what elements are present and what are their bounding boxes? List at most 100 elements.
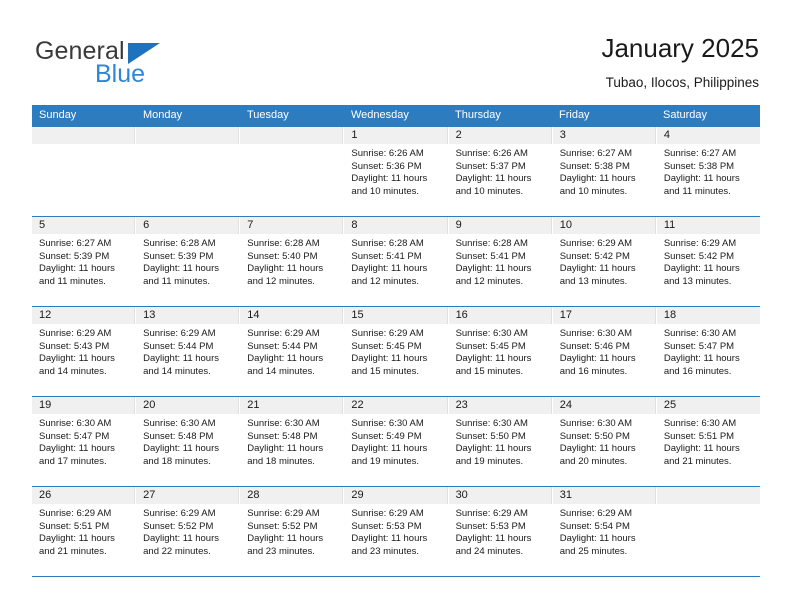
sunset-text: Sunset: 5:36 PM: [351, 160, 422, 172]
sunset-text: Sunset: 5:52 PM: [143, 520, 214, 532]
sunset-text: Sunset: 5:39 PM: [39, 250, 110, 262]
day-cell[interactable]: 12 Sunrise: 6:29 AM Sunset: 5:43 PM Dayl…: [32, 307, 137, 396]
day-number: 6: [136, 217, 240, 234]
daylight-text-line2: and 10 minutes.: [559, 185, 628, 197]
day-cell[interactable]: 30 Sunrise: 6:29 AM Sunset: 5:53 PM Dayl…: [448, 487, 553, 576]
daylight-text-line1: Daylight: 11 hours: [247, 533, 324, 545]
sunrise-text: Sunrise: 6:28 AM: [143, 238, 216, 249]
day-cell[interactable]: 29 Sunrise: 6:29 AM Sunset: 5:53 PM Dayl…: [344, 487, 449, 576]
sunrise-text: Sunrise: 6:30 AM: [455, 418, 528, 429]
day-info: Sunrise: 6:30 AM Sunset: 5:49 PM Dayligh…: [344, 414, 447, 468]
day-number: [240, 127, 344, 144]
day-cell[interactable]: [656, 487, 760, 576]
daylight-text-line1: Daylight: 11 hours: [559, 533, 636, 545]
day-cell[interactable]: 28 Sunrise: 6:29 AM Sunset: 5:52 PM Dayl…: [240, 487, 345, 576]
sunrise-text: Sunrise: 6:29 AM: [143, 508, 216, 519]
daylight-text-line2: and 16 minutes.: [663, 365, 732, 377]
daylight-text-line1: Daylight: 11 hours: [351, 263, 428, 275]
day-cell[interactable]: 2 Sunrise: 6:26 AM Sunset: 5:37 PM Dayli…: [448, 127, 553, 216]
daylight-text-line1: Daylight: 11 hours: [351, 443, 428, 455]
sunrise-text: Sunrise: 6:29 AM: [351, 328, 424, 339]
sunset-text: Sunset: 5:45 PM: [351, 340, 422, 352]
brand-logo[interactable]: General Blue: [33, 32, 233, 92]
sunset-text: Sunset: 5:47 PM: [39, 430, 110, 442]
sunrise-text: Sunrise: 6:29 AM: [247, 328, 320, 339]
day-cell[interactable]: 31 Sunrise: 6:29 AM Sunset: 5:54 PM Dayl…: [552, 487, 657, 576]
day-cell[interactable]: 21 Sunrise: 6:30 AM Sunset: 5:48 PM Dayl…: [240, 397, 345, 486]
day-cell[interactable]: 9 Sunrise: 6:28 AM Sunset: 5:41 PM Dayli…: [448, 217, 553, 306]
sunrise-text: Sunrise: 6:30 AM: [663, 328, 737, 339]
sunrise-text: Sunrise: 6:29 AM: [143, 328, 216, 339]
day-cell[interactable]: 27 Sunrise: 6:29 AM Sunset: 5:52 PM Dayl…: [136, 487, 241, 576]
sunset-text: Sunset: 5:43 PM: [39, 340, 110, 352]
sunrise-text: Sunrise: 6:30 AM: [455, 328, 528, 339]
day-number: 15: [344, 307, 448, 324]
daylight-text-line1: Daylight: 11 hours: [559, 353, 636, 365]
daylight-text-line2: and 22 minutes.: [143, 545, 211, 557]
day-cell[interactable]: 8 Sunrise: 6:28 AM Sunset: 5:41 PM Dayli…: [344, 217, 449, 306]
day-cell[interactable]: [240, 127, 345, 216]
day-cell[interactable]: 10 Sunrise: 6:29 AM Sunset: 5:42 PM Dayl…: [552, 217, 657, 306]
sunrise-text: Sunrise: 6:27 AM: [663, 148, 737, 159]
weekday-header-thursday: Thursday: [455, 109, 501, 121]
day-number: 7: [240, 217, 344, 234]
day-info: Sunrise: 6:28 AM Sunset: 5:41 PM Dayligh…: [344, 234, 447, 288]
day-number: 8: [344, 217, 448, 234]
sunset-text: Sunset: 5:38 PM: [559, 160, 630, 172]
day-cell[interactable]: 19 Sunrise: 6:30 AM Sunset: 5:47 PM Dayl…: [32, 397, 137, 486]
day-cell[interactable]: 14 Sunrise: 6:29 AM Sunset: 5:44 PM Dayl…: [240, 307, 345, 396]
sunrise-text: Sunrise: 6:30 AM: [351, 418, 424, 429]
day-info: Sunrise: 6:29 AM Sunset: 5:42 PM Dayligh…: [657, 234, 760, 288]
day-cell[interactable]: 23 Sunrise: 6:30 AM Sunset: 5:50 PM Dayl…: [448, 397, 553, 486]
day-cell[interactable]: 22 Sunrise: 6:30 AM Sunset: 5:49 PM Dayl…: [344, 397, 449, 486]
day-cell[interactable]: 3 Sunrise: 6:27 AM Sunset: 5:38 PM Dayli…: [552, 127, 657, 216]
day-number: 30: [448, 487, 552, 504]
day-info: Sunrise: 6:27 AM Sunset: 5:38 PM Dayligh…: [657, 144, 760, 198]
daylight-text-line2: and 21 minutes.: [39, 545, 107, 557]
day-info: Sunrise: 6:30 AM Sunset: 5:47 PM Dayligh…: [32, 414, 135, 468]
day-cell[interactable]: 5 Sunrise: 6:27 AM Sunset: 5:39 PM Dayli…: [32, 217, 137, 306]
day-cell[interactable]: 13 Sunrise: 6:29 AM Sunset: 5:44 PM Dayl…: [136, 307, 241, 396]
sunrise-text: Sunrise: 6:29 AM: [455, 508, 528, 519]
day-cell[interactable]: 6 Sunrise: 6:28 AM Sunset: 5:39 PM Dayli…: [136, 217, 241, 306]
daylight-text-line1: Daylight: 11 hours: [559, 173, 636, 185]
day-cell[interactable]: 11 Sunrise: 6:29 AM Sunset: 5:42 PM Dayl…: [656, 217, 760, 306]
day-cell[interactable]: 16 Sunrise: 6:30 AM Sunset: 5:45 PM Dayl…: [448, 307, 553, 396]
daylight-text-line1: Daylight: 11 hours: [455, 443, 532, 455]
day-cell[interactable]: 24 Sunrise: 6:30 AM Sunset: 5:50 PM Dayl…: [552, 397, 657, 486]
daylight-text-line1: Daylight: 11 hours: [559, 443, 636, 455]
day-number: 2: [448, 127, 552, 144]
daylight-text-line1: Daylight: 11 hours: [351, 353, 428, 365]
daylight-text-line2: and 12 minutes.: [455, 275, 524, 287]
day-cell[interactable]: 15 Sunrise: 6:29 AM Sunset: 5:45 PM Dayl…: [344, 307, 449, 396]
day-number: [136, 127, 240, 144]
day-info: Sunrise: 6:27 AM Sunset: 5:39 PM Dayligh…: [32, 234, 135, 288]
day-info: Sunrise: 6:29 AM Sunset: 5:44 PM Dayligh…: [136, 324, 239, 378]
day-cell[interactable]: 20 Sunrise: 6:30 AM Sunset: 5:48 PM Dayl…: [136, 397, 241, 486]
day-info: Sunrise: 6:29 AM Sunset: 5:44 PM Dayligh…: [240, 324, 343, 378]
day-cell[interactable]: 17 Sunrise: 6:30 AM Sunset: 5:46 PM Dayl…: [552, 307, 657, 396]
day-cell[interactable]: [136, 127, 241, 216]
day-number: 19: [32, 397, 136, 414]
day-cell[interactable]: 4 Sunrise: 6:27 AM Sunset: 5:38 PM Dayli…: [656, 127, 760, 216]
week-row: 1 Sunrise: 6:26 AM Sunset: 5:36 PM Dayli…: [32, 126, 760, 216]
day-info: Sunrise: 6:29 AM Sunset: 5:51 PM Dayligh…: [32, 504, 135, 558]
day-cell[interactable]: 1 Sunrise: 6:26 AM Sunset: 5:36 PM Dayli…: [344, 127, 449, 216]
day-info: Sunrise: 6:30 AM Sunset: 5:50 PM Dayligh…: [553, 414, 656, 468]
day-cell[interactable]: 25 Sunrise: 6:30 AM Sunset: 5:51 PM Dayl…: [656, 397, 760, 486]
day-cell[interactable]: 7 Sunrise: 6:28 AM Sunset: 5:40 PM Dayli…: [240, 217, 345, 306]
sunset-text: Sunset: 5:39 PM: [143, 250, 214, 262]
day-info: Sunrise: 6:27 AM Sunset: 5:38 PM Dayligh…: [553, 144, 656, 198]
sunrise-text: Sunrise: 6:26 AM: [455, 148, 528, 159]
sunset-text: Sunset: 5:52 PM: [247, 520, 318, 532]
day-cell[interactable]: 26 Sunrise: 6:29 AM Sunset: 5:51 PM Dayl…: [32, 487, 137, 576]
daylight-text-line1: Daylight: 11 hours: [247, 263, 324, 275]
day-number: 13: [136, 307, 240, 324]
sunset-text: Sunset: 5:50 PM: [559, 430, 630, 442]
sunset-text: Sunset: 5:44 PM: [143, 340, 214, 352]
day-cell[interactable]: [32, 127, 137, 216]
daylight-text-line1: Daylight: 11 hours: [39, 533, 115, 545]
day-cell[interactable]: 18 Sunrise: 6:30 AM Sunset: 5:47 PM Dayl…: [656, 307, 760, 396]
daylight-text-line1: Daylight: 11 hours: [663, 173, 740, 185]
day-number: 25: [656, 397, 760, 414]
